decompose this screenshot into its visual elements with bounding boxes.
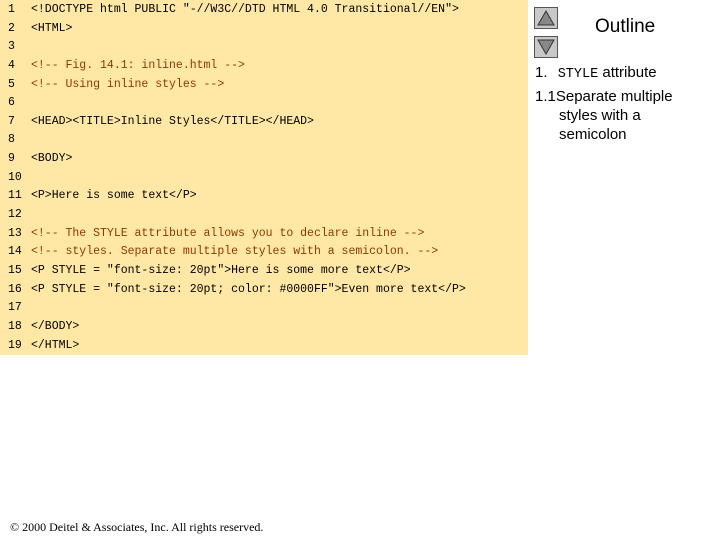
outline-item-1: 1. STYLE attribute (535, 63, 657, 84)
outline-item-number: 1.1 (535, 88, 556, 105)
line-number: 1 (8, 3, 15, 16)
line-number: 10 (8, 171, 22, 184)
line-number: 17 (8, 301, 22, 314)
code-line: 6 (0, 94, 528, 112)
code-comment: <!-- Fig. 14.1: inline.html --> (31, 59, 245, 72)
code-text: <HTML> (31, 22, 73, 35)
outline-item-text: attribute (602, 64, 657, 81)
outline-item-1-1: 1.1Separate multiple (535, 87, 673, 106)
line-number: 4 (8, 59, 15, 72)
line-number: 12 (8, 208, 22, 221)
code-line: 17 (0, 299, 528, 317)
line-number: 11 (8, 189, 22, 202)
code-line: 5 <!-- Using inline styles --> (0, 76, 528, 94)
triangle-down-icon (537, 39, 555, 55)
line-number: 15 (8, 264, 22, 277)
code-comment: <!-- styles. Separate multiple styles wi… (31, 245, 439, 258)
code-line: 9 <BODY> (0, 150, 528, 168)
code-line: 16 <P STYLE = "font-size: 20pt; color: #0… (0, 281, 528, 299)
code-line: 1 <!DOCTYPE html PUBLIC "-//W3C//DTD HTML… (0, 1, 528, 19)
code-text: <P STYLE = "font-size: 20pt; color: #000… (31, 283, 466, 296)
line-number: 13 (8, 227, 22, 240)
line-number: 8 (8, 133, 15, 146)
code-text: <P>Here is some text</P> (31, 189, 197, 202)
code-line: 11 <P>Here is some text</P> (0, 187, 528, 205)
next-slide-button[interactable] (534, 36, 558, 58)
line-number: 18 (8, 320, 22, 333)
previous-slide-button[interactable] (534, 7, 558, 29)
copyright-footer: © 2000 Deitel & Associates, Inc. All rig… (10, 520, 264, 534)
line-number: 2 (8, 22, 15, 35)
code-line: 8 (0, 131, 528, 149)
outline-item-number: 1. (535, 64, 548, 81)
code-text: <BODY> (31, 152, 73, 165)
line-number: 7 (8, 115, 15, 128)
triangle-up-icon (537, 10, 555, 26)
line-number: 3 (8, 40, 15, 53)
code-line: 15 <P STYLE = "font-size: 20pt">Here is s… (0, 262, 528, 280)
code-comment: <!-- The STYLE attribute allows you to d… (31, 227, 425, 240)
outline-item-code: STYLE (557, 67, 599, 82)
code-listing-panel: 1 <!DOCTYPE html PUBLIC "-//W3C//DTD HTML… (0, 0, 528, 355)
line-number: 9 (8, 152, 15, 165)
outline-item-text: Separate multiple (555, 88, 673, 105)
outline-item-1-1-line3: semicolon (559, 126, 627, 143)
code-text: </BODY> (31, 320, 80, 333)
code-line: 12 (0, 206, 528, 224)
line-number: 16 (8, 283, 22, 296)
outline-title: Outline (595, 16, 656, 37)
outline-item-1-1-line2: styles with a (559, 107, 641, 124)
code-line: 18 </BODY> (0, 318, 528, 336)
code-line: 4 <!-- Fig. 14.1: inline.html --> (0, 57, 528, 75)
line-number: 5 (8, 78, 15, 91)
code-line: 19 </HTML> (0, 337, 528, 355)
line-number: 6 (8, 96, 15, 109)
code-line: 3 (0, 38, 528, 56)
code-line: 2 <HTML> (0, 20, 528, 38)
line-number: 14 (8, 245, 22, 258)
code-comment: <!-- Using inline styles --> (31, 78, 225, 91)
code-text: </HTML> (31, 339, 80, 352)
code-text: <P STYLE = "font-size: 20pt">Here is som… (31, 264, 411, 277)
code-line: 14 <!-- styles. Separate multiple styles … (0, 243, 528, 261)
code-text: <HEAD><TITLE>Inline Styles</TITLE></HEAD… (31, 115, 314, 128)
code-line: 13 <!-- The STYLE attribute allows you to… (0, 225, 528, 243)
code-line: 10 (0, 169, 528, 187)
code-line: 7 <HEAD><TITLE>Inline Styles</TITLE></HEA… (0, 113, 528, 131)
line-number: 19 (8, 339, 22, 352)
code-text: <!DOCTYPE html PUBLIC "-//W3C//DTD HTML … (31, 3, 459, 16)
